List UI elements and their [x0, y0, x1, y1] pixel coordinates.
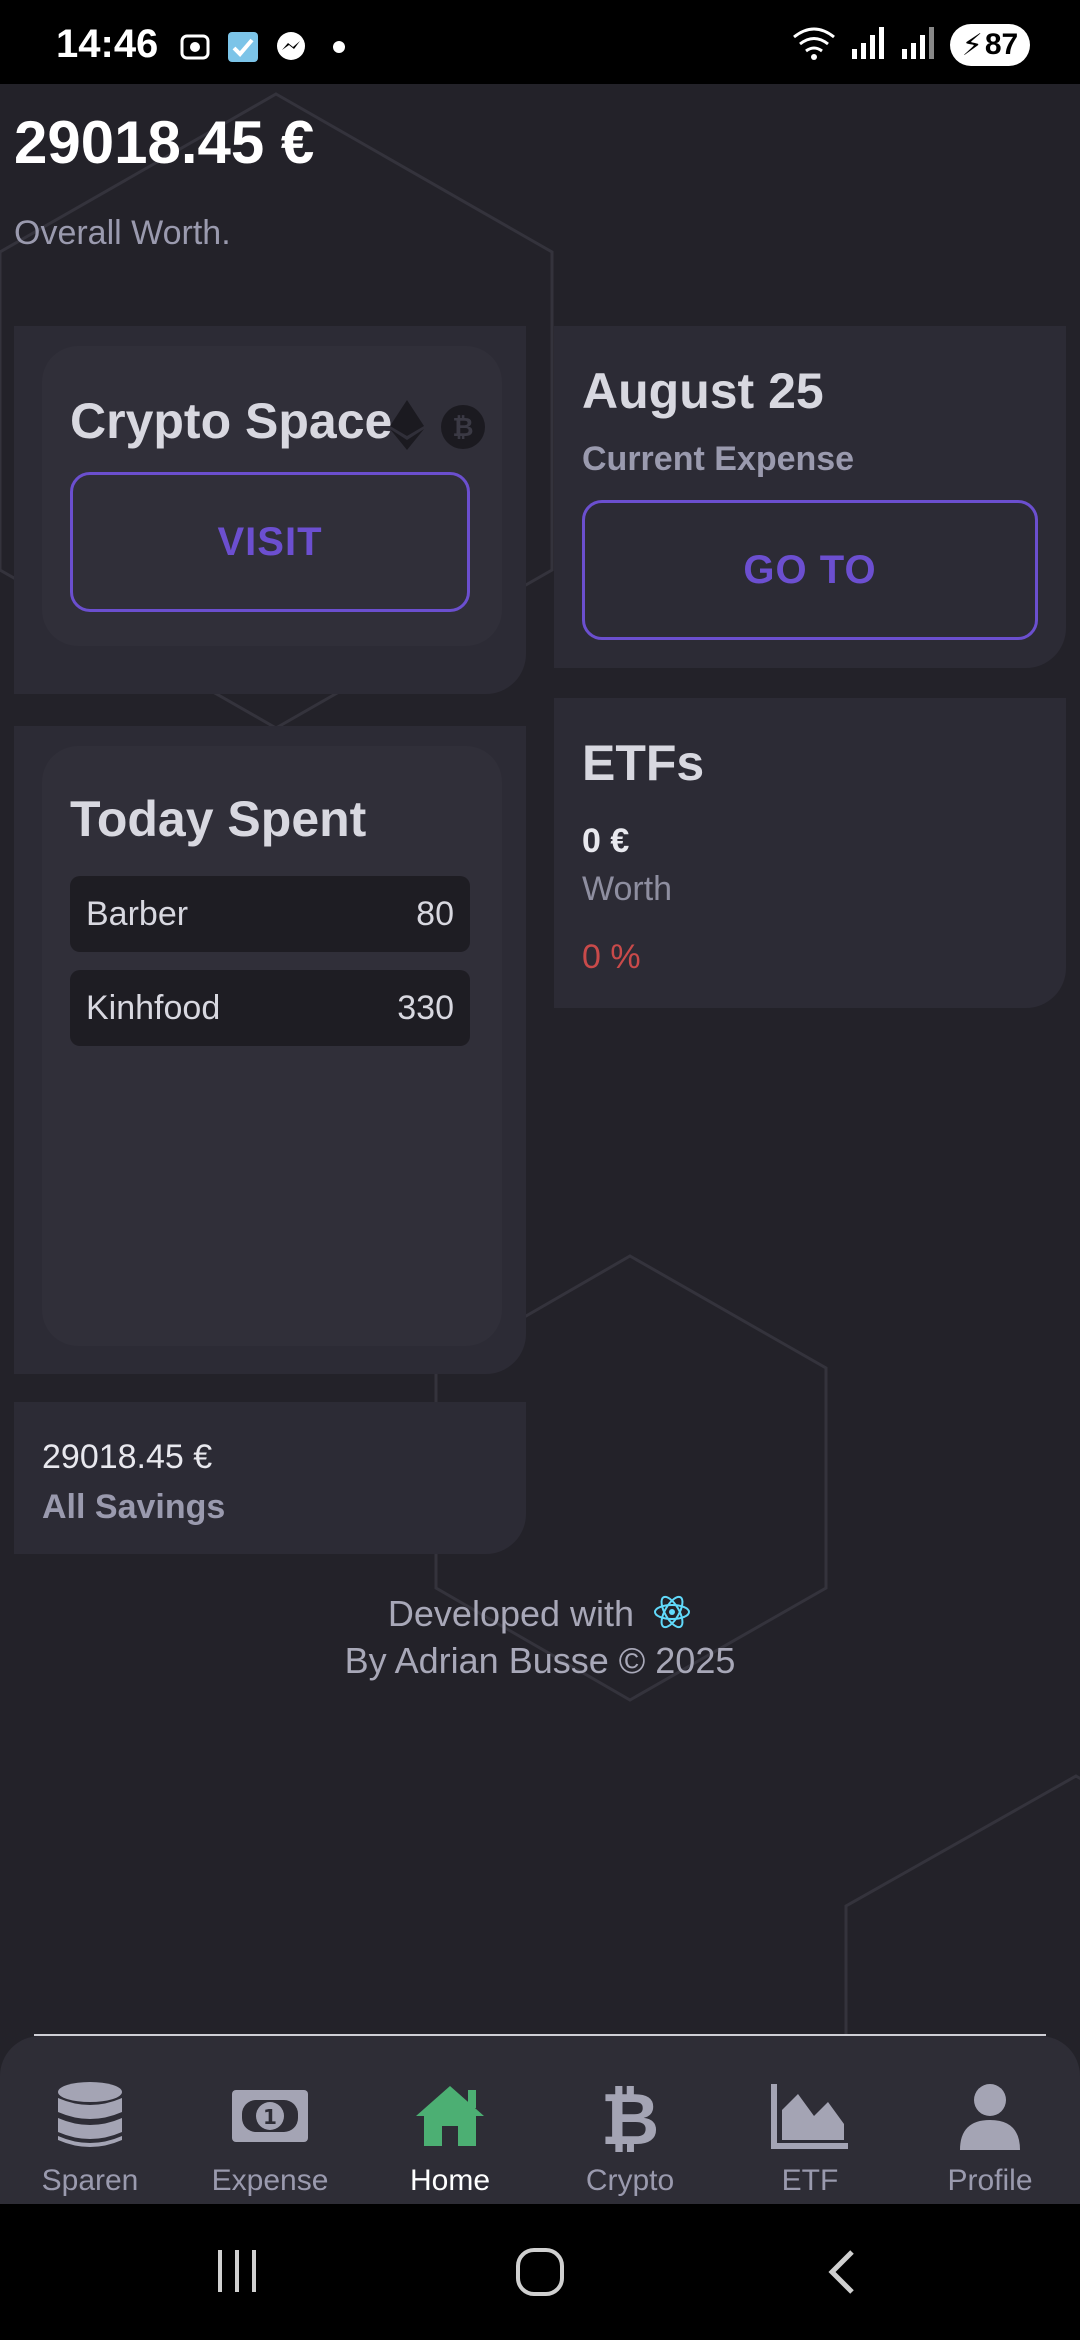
- expense-name: Kinhfood: [86, 988, 221, 1027]
- expense-month-title: August 25: [582, 363, 824, 419]
- go-to-button[interactable]: GO TO: [582, 500, 1038, 640]
- nav-item-expense[interactable]: 1 Expense: [195, 2080, 345, 2198]
- savings-value: 29018.45 €: [42, 1438, 213, 1476]
- screenshot-icon: [178, 30, 212, 64]
- nav-item-crypto[interactable]: ₿ Crypto: [555, 2077, 705, 2198]
- nav-item-sparen[interactable]: Sparen: [15, 2080, 165, 2198]
- svg-text:1: 1: [263, 2105, 277, 2129]
- react-icon: [652, 1592, 692, 1641]
- database-icon: [48, 2080, 132, 2164]
- user-icon: [948, 2080, 1032, 2164]
- back-icon[interactable]: [822, 2248, 862, 2301]
- expense-name: Barber: [86, 894, 189, 933]
- developed-with-line: Developed with: [0, 1592, 1080, 1641]
- signal-icon: [900, 25, 936, 66]
- overall-worth-label: Overall Worth.: [14, 214, 231, 252]
- nav-label: Sparen: [41, 2164, 139, 2197]
- nav-label: Expense: [211, 2164, 329, 2197]
- home-icon: [408, 2080, 492, 2164]
- bitcoin-icon: ₿: [440, 404, 486, 455]
- nav-label: ETF: [781, 2164, 839, 2197]
- nav-label: Home: [409, 2164, 491, 2197]
- nav-label: Crypto: [585, 2164, 675, 2197]
- etf-percent: 0 %: [582, 938, 641, 976]
- expense-amount: 80: [416, 894, 454, 933]
- app-check-icon: [226, 30, 260, 64]
- svg-text:₿: ₿: [601, 2080, 660, 2152]
- status-time: 14:46: [56, 22, 159, 66]
- area-chart-icon: [768, 2080, 852, 2164]
- system-nav-bar: [0, 2204, 1080, 2340]
- overall-worth-value: 29018.45 €: [14, 109, 315, 176]
- dot-icon: [322, 30, 356, 64]
- credit-line: By Adrian Busse © 2025: [344, 1640, 736, 1681]
- svg-text:₿: ₿: [452, 413, 473, 443]
- list-item[interactable]: Kinhfood 330: [70, 970, 470, 1046]
- nav-item-profile[interactable]: Profile: [915, 2080, 1065, 2198]
- bitcoin-icon: ₿: [588, 2077, 672, 2164]
- etf-value: 0 €: [582, 822, 630, 860]
- savings-card: [14, 1402, 526, 1554]
- signal-icon: [850, 25, 886, 66]
- expense-amount: 330: [397, 988, 454, 1027]
- messenger-icon: [274, 30, 308, 64]
- nav-item-etf[interactable]: ETF: [735, 2080, 885, 2198]
- home-circle-icon[interactable]: [514, 2246, 566, 2303]
- visit-button[interactable]: VISIT: [70, 472, 470, 612]
- today-spent-title: Today Spent: [70, 791, 367, 847]
- money-bill-icon: 1: [228, 2080, 312, 2164]
- battery-icon: ⚡: [961, 28, 983, 62]
- nav-divider: [34, 2034, 1046, 2036]
- etf-title: ETFs: [582, 735, 705, 791]
- crypto-space-title: Crypto Space: [70, 393, 393, 449]
- nav-label: Profile: [947, 2164, 1033, 2197]
- etf-worth-label: Worth: [582, 870, 673, 908]
- status-bar: 14:46 ⚡ 87: [0, 0, 1080, 84]
- battery-indicator: ⚡ 87: [950, 24, 1030, 66]
- current-expense-label: Current Expense: [582, 440, 855, 478]
- recents-icon[interactable]: [214, 2248, 260, 2299]
- savings-label: All Savings: [42, 1488, 226, 1526]
- nav-item-home[interactable]: Home: [375, 2080, 525, 2198]
- ethereum-icon: [390, 400, 424, 455]
- list-item[interactable]: Barber 80: [70, 876, 470, 952]
- wifi-icon: [792, 25, 836, 66]
